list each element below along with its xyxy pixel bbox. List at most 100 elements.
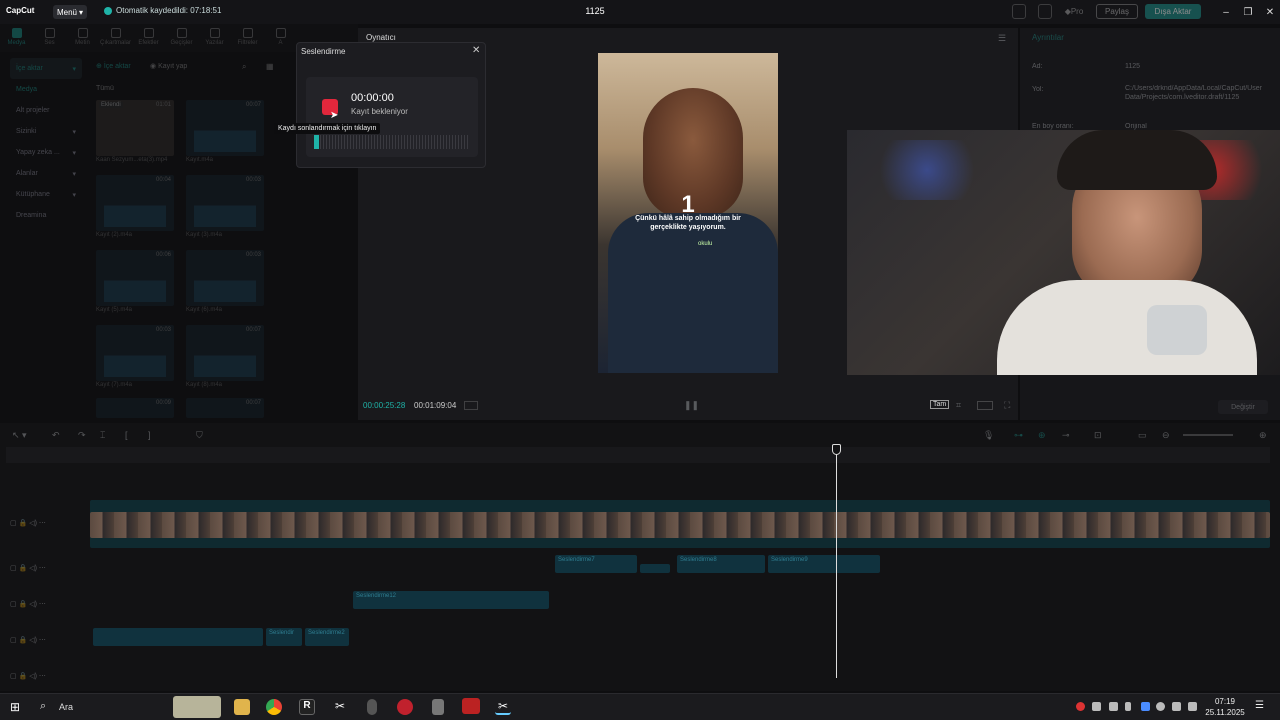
tool-adjust[interactable]: A bbox=[264, 24, 297, 52]
menu-button[interactable]: Menü ▾ bbox=[53, 5, 87, 19]
player-menu-icon[interactable]: ☰ bbox=[998, 33, 1006, 44]
media-item[interactable]: 00:04 bbox=[96, 175, 174, 231]
audio-clip[interactable]: Seslendirme2 bbox=[305, 628, 349, 646]
audio-clip[interactable]: Seslendirme9 bbox=[768, 555, 880, 573]
language-icon[interactable] bbox=[1156, 702, 1165, 711]
maximize-icon[interactable]: ❐ bbox=[1240, 4, 1256, 20]
split-left-icon[interactable]: [ bbox=[125, 430, 128, 440]
clock-time[interactable]: 07:19 bbox=[1205, 697, 1245, 706]
audio-clip[interactable]: Seslendirme7 bbox=[555, 555, 637, 573]
grid-view-icon[interactable]: ▦ bbox=[266, 62, 274, 71]
tool-stickers[interactable]: Çıkartmalar bbox=[99, 24, 132, 52]
windows-start-icon[interactable]: ⊞ bbox=[10, 700, 20, 714]
media-item[interactable]: 00:07 bbox=[186, 325, 264, 381]
audio-clip[interactable] bbox=[93, 628, 263, 646]
zoom-slider[interactable] bbox=[1183, 434, 1233, 436]
media-item[interactable]: 00:09 bbox=[96, 398, 174, 418]
media-item[interactable]: 00:07 bbox=[186, 100, 264, 156]
taskbar-search-label[interactable]: Ara bbox=[59, 702, 73, 712]
playhead-handle[interactable] bbox=[832, 444, 841, 455]
sidebar-item-yours[interactable]: Sizinki ▾ bbox=[10, 121, 82, 142]
mic-app-icon[interactable] bbox=[432, 699, 444, 715]
preview-axis-icon[interactable]: ⊸ bbox=[1062, 430, 1070, 441]
select-tool-icon[interactable]: ↖ ▾ bbox=[12, 430, 27, 441]
zoom-in-icon[interactable]: ⊕ bbox=[1259, 430, 1267, 441]
sidebar-item-ai[interactable]: Yapay zeka ... ▾ bbox=[10, 142, 82, 163]
network-icon[interactable] bbox=[1172, 702, 1181, 711]
sidebar-item-spaces[interactable]: Alanlar ▾ bbox=[10, 163, 82, 184]
fullscreen-icon[interactable]: ⛶ bbox=[1004, 400, 1010, 411]
zoom-fit-icon[interactable]: ▭ bbox=[1138, 430, 1147, 441]
close-icon[interactable]: ✕ bbox=[472, 45, 480, 56]
audio-clip[interactable]: Seslendirme8 bbox=[677, 555, 765, 573]
tray-app-icon[interactable] bbox=[1076, 702, 1085, 711]
ratio-icon[interactable] bbox=[977, 401, 993, 410]
sidebar-item-media[interactable]: Medya bbox=[10, 79, 82, 100]
news-widget-icon[interactable] bbox=[173, 696, 221, 718]
tray-app-icon[interactable] bbox=[1092, 702, 1101, 711]
shield-icon[interactable]: ⛉ bbox=[196, 430, 203, 441]
capcut-icon[interactable]: ✂ bbox=[332, 699, 348, 715]
file-explorer-icon[interactable] bbox=[234, 699, 250, 715]
tool-effects[interactable]: Efektler bbox=[132, 24, 165, 52]
media-item[interactable]: 00:06 bbox=[96, 250, 174, 306]
clock-date[interactable]: 25.11.2025 bbox=[1200, 708, 1250, 717]
export-button[interactable]: Dışa Aktar bbox=[1145, 4, 1201, 19]
audio-clip[interactable]: Seslendir bbox=[266, 628, 302, 646]
audio-clip[interactable] bbox=[640, 564, 670, 573]
track-controls[interactable]: ▢ 🔒 ◁) ⋯ bbox=[10, 564, 46, 572]
audio-clip[interactable]: Seslendirme12 bbox=[353, 591, 549, 609]
video-preview[interactable]: 1 Çünkü hâlâ sahip olmadığım bir gerçekl… bbox=[598, 53, 778, 373]
time-ruler[interactable] bbox=[6, 447, 1270, 463]
track-controls[interactable]: ▢ 🔒 ◁) ⋯ bbox=[10, 672, 46, 680]
undo-icon[interactable]: ↶ bbox=[52, 430, 60, 441]
microphone-tray-icon[interactable] bbox=[1125, 702, 1131, 711]
shortcuts-icon[interactable] bbox=[1038, 4, 1052, 19]
layout-icon[interactable] bbox=[1012, 4, 1026, 19]
notification-icon[interactable]: ☰ bbox=[1255, 700, 1264, 711]
close-window-icon[interactable]: ✕ bbox=[1262, 4, 1278, 20]
caption-icon[interactable]: ⊡ bbox=[1094, 430, 1102, 441]
sidebar-item-subprojects[interactable]: Alt projeler bbox=[10, 100, 82, 121]
media-item[interactable]: 00:07 bbox=[186, 398, 264, 418]
chrome-icon[interactable] bbox=[266, 699, 282, 715]
magnet-icon[interactable]: ⊶ bbox=[1014, 430, 1023, 441]
video-clip-thumbnails[interactable] bbox=[90, 512, 1270, 538]
redo-icon[interactable]: ↷ bbox=[78, 430, 86, 441]
app-icon[interactable] bbox=[367, 699, 377, 715]
sidebar-item-dreamina[interactable]: Dreamina bbox=[10, 205, 82, 226]
tool-media[interactable]: Medya bbox=[0, 24, 33, 52]
capcut-active-icon[interactable]: ✂ bbox=[495, 699, 511, 715]
microphone-icon[interactable]: 🎙 bbox=[983, 430, 994, 441]
sidebar-item-import[interactable]: İçe aktar ▾ bbox=[10, 58, 82, 79]
bluetooth-icon[interactable] bbox=[1141, 702, 1150, 711]
track-controls[interactable]: ▢ 🔒 ◁) ⋯ bbox=[10, 600, 46, 608]
tool-text[interactable]: Metin bbox=[66, 24, 99, 52]
volume-icon[interactable] bbox=[1188, 702, 1197, 711]
share-button[interactable]: Paylaş bbox=[1096, 4, 1138, 19]
video-app-icon[interactable] bbox=[462, 698, 480, 714]
r-app-icon[interactable]: R bbox=[299, 699, 315, 715]
search-icon[interactable]: ⌕ bbox=[40, 700, 46, 713]
tool-transitions[interactable]: Geçişler bbox=[165, 24, 198, 52]
media-item[interactable]: 00:03 bbox=[186, 175, 264, 231]
media-item[interactable]: 01:01 Eklendi bbox=[96, 100, 174, 156]
minimize-icon[interactable]: – bbox=[1218, 4, 1234, 20]
split-icon[interactable]: ⌶ bbox=[100, 430, 105, 441]
markers-icon[interactable] bbox=[464, 401, 478, 410]
tray-app-icon[interactable] bbox=[1109, 702, 1118, 711]
all-filter[interactable]: Tümü bbox=[96, 85, 114, 92]
tool-filters[interactable]: Filtreler bbox=[231, 24, 264, 52]
obs-icon[interactable] bbox=[397, 699, 413, 715]
fit-button[interactable]: Tam bbox=[930, 400, 950, 409]
play-pause-icon[interactable]: ❚❚ bbox=[684, 400, 699, 411]
search-icon[interactable]: ⌕ bbox=[242, 62, 246, 72]
link-icon[interactable]: ⊕ bbox=[1038, 430, 1046, 441]
zoom-out-icon[interactable]: ⊖ bbox=[1162, 430, 1170, 441]
track-controls[interactable]: ▢ 🔒 ◁) ⋯ bbox=[10, 636, 46, 644]
split-right-icon[interactable]: ] bbox=[148, 430, 151, 440]
tool-audio[interactable]: Ses bbox=[33, 24, 66, 52]
change-button[interactable]: Değiştir bbox=[1218, 400, 1268, 414]
tool-captions[interactable]: Yazılar bbox=[198, 24, 231, 52]
track-controls[interactable]: ▢ 🔒 ◁) ⋯ bbox=[10, 519, 46, 527]
